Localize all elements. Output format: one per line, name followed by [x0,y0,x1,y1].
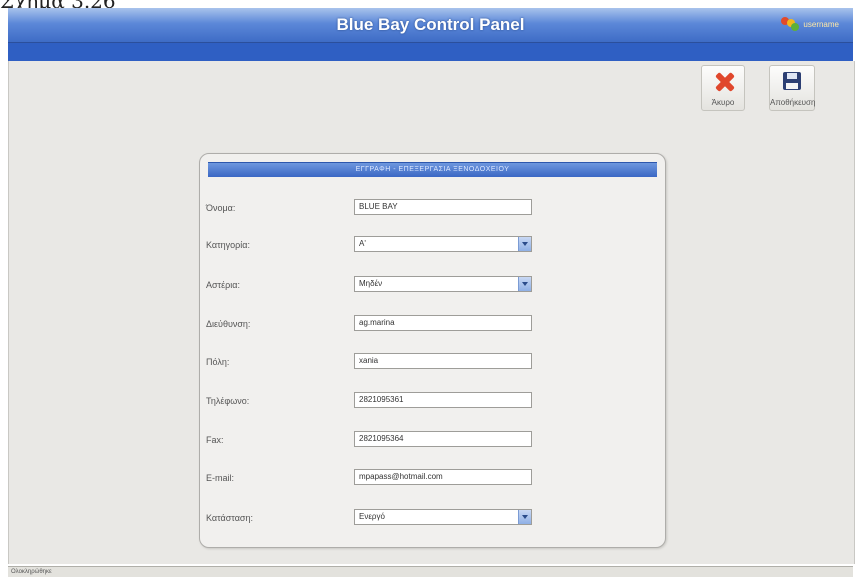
chevron-down-icon[interactable] [518,277,531,291]
phone-input[interactable]: 2821095361 [354,392,532,408]
address-label: Διεύθυνση: [206,319,251,329]
field-email-row: E-mail: mpapass@hotmail.com [206,469,656,489]
cancel-label: Άκυρο [711,98,735,107]
app-titlebar: Blue Bay Control Panel username [8,8,853,43]
field-city-row: Πόλη: xania [206,353,656,373]
field-fax-row: Fax: 2821095364 [206,431,656,451]
chevron-down-icon[interactable] [518,237,531,251]
status-text: Ολοκληρώθηκε [11,569,52,575]
email-input[interactable]: mpapass@hotmail.com [354,469,532,485]
save-icon [783,72,801,90]
save-label: Αποθήκευση [770,98,816,107]
field-address-row: Διεύθυνση: ag.marina [206,315,656,335]
cancel-button[interactable]: Άκυρο [701,65,745,111]
users-icon [781,17,800,31]
chevron-down-icon[interactable] [518,510,531,524]
field-name-row: Όνομα: BLUE BAY [206,199,656,219]
field-stars-row: Αστέρια: Μηδέν [206,276,656,296]
form-header: ΕΓΓΡΑΦΗ - ΕΠΕΞΕΡΓΑΣΙΑ ΞΕΝΟΔΟΧΕΙΟΥ [208,162,657,177]
category-label: Κατηγορία: [206,240,250,250]
user-label: username [803,19,839,29]
user-badge[interactable]: username [781,17,839,31]
name-label: Όνομα: [206,203,236,213]
nav-bar [8,43,853,61]
fax-input[interactable]: 2821095364 [354,431,532,447]
hotel-form-panel: ΕΓΓΡΑΦΗ - ΕΠΕΞΕΡΓΑΣΙΑ ΞΕΝΟΔΟΧΕΙΟΥ Όνομα:… [199,153,666,548]
status-label: Κατάσταση: [206,513,253,523]
save-button[interactable]: Αποθήκευση [769,65,815,111]
status-value: Ενεργό [359,512,385,521]
category-select[interactable]: Α' [354,236,532,252]
address-input[interactable]: ag.marina [354,315,532,331]
field-status-row: Κατάσταση: Ενεργό [206,509,656,529]
browser-status-bar: Ολοκληρώθηκε [8,566,853,577]
fax-label: Fax: [206,435,224,445]
category-value: Α' [359,239,366,248]
main-content: Άκυρο Αποθήκευση ΕΓΓΡΑΦΗ - ΕΠΕΞΕΡΓΑΣΙΑ Ξ… [8,61,855,564]
stars-label: Αστέρια: [206,280,240,290]
status-select[interactable]: Ενεργό [354,509,532,525]
city-label: Πόλη: [206,357,230,367]
phone-label: Τηλέφωνο: [206,396,250,406]
field-category-row: Κατηγορία: Α' [206,236,656,256]
stars-value: Μηδέν [359,279,383,288]
app-title: Blue Bay Control Panel [336,15,525,34]
field-phone-row: Τηλέφωνο: 2821095361 [206,392,656,412]
email-label: E-mail: [206,473,235,483]
close-icon [714,72,734,92]
stars-select[interactable]: Μηδέν [354,276,532,292]
city-input[interactable]: xania [354,353,532,369]
name-input[interactable]: BLUE BAY [354,199,532,215]
